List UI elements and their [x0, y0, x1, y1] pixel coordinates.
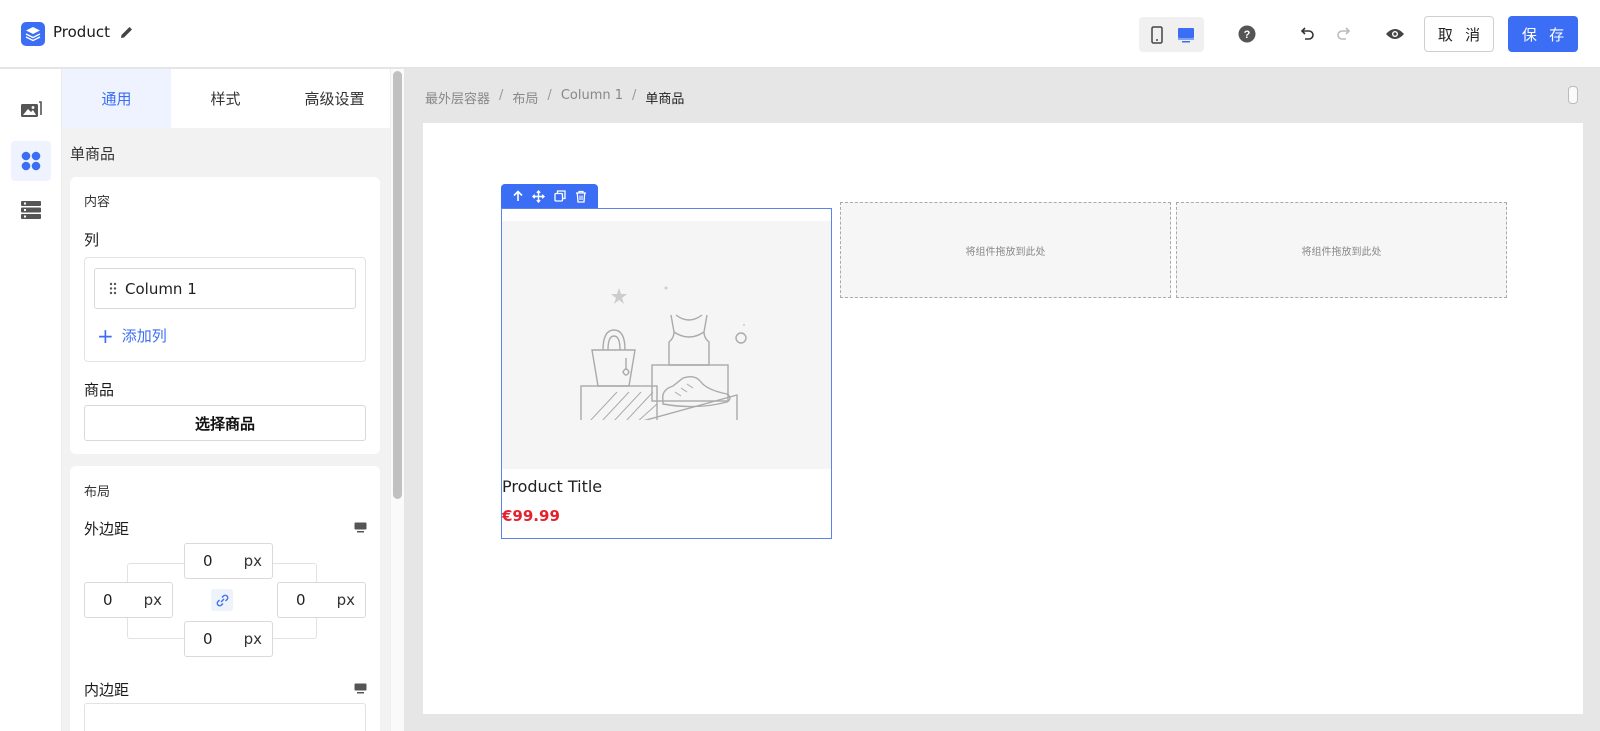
layout-label: 布局 [84, 485, 111, 500]
settings-tabs: 通用 样式 高级设置 [62, 69, 390, 128]
responsive-desktop-icon[interactable] [353, 682, 367, 694]
breadcrumb-item[interactable]: 最外层容器 [425, 88, 490, 107]
margin-right-unit: px [336, 591, 355, 609]
copy-icon[interactable] [551, 187, 569, 205]
margin-bottom-unit: px [243, 630, 262, 648]
margin-top-unit: px [243, 552, 262, 570]
save-button[interactable]: 保 存 [1508, 16, 1578, 52]
app-title: Product [53, 23, 110, 41]
breadcrumb-current: 单商品 [645, 92, 685, 107]
drag-handle-icon[interactable] [107, 281, 119, 297]
cancel-button[interactable]: 取 消 [1424, 16, 1494, 52]
breadcrumb-item[interactable]: Column 1 [561, 88, 623, 107]
move-icon[interactable] [530, 187, 548, 205]
responsive-desktop-icon[interactable] [353, 521, 367, 533]
margin-top-value: 0 [203, 552, 213, 570]
section-title: 单商品 [70, 145, 116, 163]
tab-advanced[interactable]: 高级设置 [280, 69, 389, 128]
element-toolbar [501, 184, 598, 208]
dropzone[interactable]: 将组件拖放到此处 [1176, 202, 1507, 298]
desktop-icon[interactable] [1173, 22, 1199, 48]
margin-top-input[interactable]: 0 px [184, 543, 273, 579]
top-bar: Product ? 取 消 保 存 [0, 0, 1600, 68]
padding-frame [84, 703, 366, 731]
breadcrumb-separator: / [547, 88, 552, 103]
breadcrumb-separator: / [632, 88, 637, 103]
plus-icon: + [97, 323, 114, 348]
margin-left-value: 0 [103, 591, 113, 609]
product-title: Product Title [502, 477, 603, 496]
tab-style[interactable]: 样式 [171, 69, 280, 128]
add-column-label: 添加列 [121, 327, 167, 345]
columns-list: Column 1 + 添加列 [84, 257, 366, 362]
trash-icon[interactable] [572, 187, 590, 205]
link-icon[interactable] [211, 589, 233, 611]
column-item-label: Column 1 [125, 279, 197, 298]
redo-icon[interactable] [1332, 22, 1356, 46]
panel-scrollbar[interactable] [390, 69, 404, 731]
canvas-scroll-indicator[interactable] [1568, 86, 1578, 104]
content-label: 内容 [84, 195, 111, 210]
columns-label: 列 [84, 231, 100, 249]
content-card: 内容 列 Column 1 + 添加列 商品 选择商品 [70, 177, 380, 454]
margin-left-unit: px [143, 591, 162, 609]
layers-logo-icon [21, 22, 45, 46]
margin-left-input[interactable]: 0 px [84, 582, 173, 618]
breadcrumb-separator: / [499, 88, 504, 103]
breadcrumb: 最外层容器 / 布局 / Column 1 / 单商品 [425, 88, 684, 107]
settings-panel: 通用 样式 高级设置 单商品 内容 列 Column 1 + 添加列 商品 选择… [62, 69, 390, 731]
column-item[interactable]: Column 1 [94, 268, 356, 309]
padding-label: 内边距 [84, 681, 130, 699]
scrollbar-thumb[interactable] [393, 71, 402, 499]
add-column-button[interactable]: + 添加列 [97, 325, 167, 346]
margin-bottom-input[interactable]: 0 px [184, 621, 273, 657]
margin-right-value: 0 [296, 591, 306, 609]
dropzone-text: 将组件拖放到此处 [965, 246, 1046, 258]
svg-text:?: ? [1244, 29, 1251, 41]
product-placeholder-image [502, 221, 831, 469]
arrow-up-icon[interactable] [509, 187, 527, 205]
tab-general[interactable]: 通用 [62, 69, 171, 128]
select-product-button[interactable]: 选择商品 [84, 405, 366, 441]
device-toggle [1139, 17, 1204, 52]
product-placeholder-illustration [579, 286, 747, 420]
product-price: €99.99 [502, 507, 560, 525]
media-icon[interactable] [11, 90, 51, 130]
pencil-icon[interactable] [117, 23, 135, 41]
preview-eye-icon[interactable] [1383, 22, 1407, 46]
undo-icon[interactable] [1295, 22, 1319, 46]
mobile-icon[interactable] [1144, 22, 1170, 48]
layers-list-icon[interactable] [11, 190, 51, 230]
left-rail [0, 69, 62, 731]
dropzone-text: 将组件拖放到此处 [1301, 246, 1382, 258]
dropzone[interactable]: 将组件拖放到此处 [840, 202, 1171, 298]
layout-card: 布局 外边距 0 px 0 px 0 px 0 px 内边距 [70, 466, 380, 731]
breadcrumb-item[interactable]: 布局 [512, 88, 538, 107]
product-card[interactable]: Product Title €99.99 [501, 208, 832, 539]
product-label: 商品 [84, 381, 115, 399]
help-icon[interactable]: ? [1235, 22, 1259, 46]
margin-right-input[interactable]: 0 px [277, 582, 366, 618]
margin-bottom-value: 0 [203, 630, 213, 648]
margin-label: 外边距 [84, 520, 130, 538]
components-icon[interactable] [11, 141, 51, 181]
